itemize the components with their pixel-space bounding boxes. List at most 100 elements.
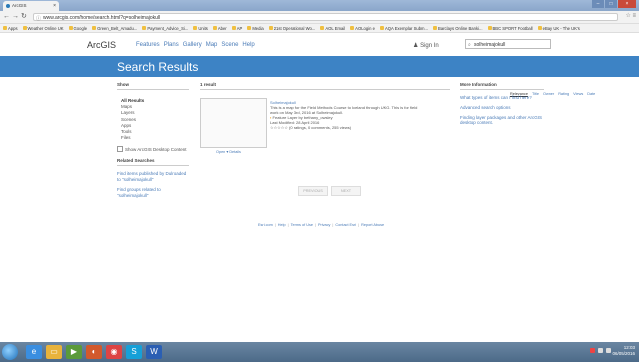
bookmark-item[interactable]: Google — [68, 24, 87, 32]
info-icon[interactable]: ⓘ — [36, 15, 41, 23]
bookmark-folder-icon — [487, 26, 492, 30]
address-bar[interactable]: ⓘ www.arcgis.com/home/search.html?q=solh… — [33, 13, 618, 23]
bookmark-item[interactable]: Barclays Online Banki... — [433, 24, 483, 32]
close-tab-icon[interactable]: × — [53, 1, 56, 11]
bookmark-item[interactable]: Apps — [3, 24, 18, 32]
back-icon[interactable]: ← — [3, 12, 10, 22]
nav-link-gallery[interactable]: Gallery — [183, 42, 202, 48]
nav-link-map[interactable]: Map — [206, 42, 218, 48]
url-text: www.arcgis.com/home/search.html?q=solhei… — [43, 15, 161, 21]
bookmark-item[interactable]: 21st Operational Wo... — [268, 24, 315, 32]
footer-separator: | — [274, 223, 276, 227]
bookmark-item[interactable]: Payment_Advice_Si... — [142, 24, 188, 32]
sort-owner[interactable]: Owner — [543, 92, 554, 96]
bookmark-label: eBay UK - The UK's — [542, 25, 580, 31]
footer-link[interactable]: Help — [278, 223, 286, 227]
close-window-icon[interactable]: × — [618, 0, 636, 8]
details-link[interactable]: Details — [229, 150, 241, 154]
more-link-desktop[interactable]: Finding layer packages and other ArcGIS … — [460, 115, 544, 125]
bookmark-folder-icon — [268, 26, 273, 30]
bookmark-label: Aber — [217, 25, 227, 31]
footer-link[interactable]: Privacy — [318, 223, 330, 227]
tray-network-icon[interactable] — [598, 348, 603, 353]
sign-in-link[interactable]: ♟ Sign In — [413, 42, 439, 49]
bookmark-item[interactable]: BBC SPORT Football — [487, 24, 533, 32]
bookmark-item[interactable]: Units — [193, 24, 208, 32]
filter-files[interactable]: Files — [121, 135, 189, 141]
maximize-icon[interactable]: □ — [605, 0, 617, 8]
more-link-types[interactable]: What types of items can I find here? — [460, 95, 544, 100]
footer-separator: | — [287, 223, 289, 227]
bookmark-folder-icon — [3, 26, 7, 30]
footer-link[interactable]: Esri.com — [258, 223, 273, 227]
bookmark-folder-icon — [247, 26, 252, 30]
more-link-advanced[interactable]: Advanced search options — [460, 105, 544, 110]
bookmark-item[interactable]: eBay UK - The UK's — [537, 24, 580, 32]
footer-link[interactable]: Contact Esri — [335, 223, 356, 227]
start-button-icon[interactable] — [2, 344, 18, 360]
site-header: ArcGIS Features Plans Gallery Map Scene Help … — [0, 34, 639, 56]
browser-tab[interactable]: ArcGIS × — [3, 1, 59, 11]
minimize-icon[interactable]: – — [592, 0, 604, 8]
ie-icon[interactable]: e — [26, 345, 42, 359]
previous-button[interactable]: PREVIOUS — [298, 186, 328, 196]
result-description: This is a map for the Field Methods Cour… — [270, 105, 418, 115]
browser-titlebar: ArcGIS × – □ × — [0, 0, 639, 11]
clock[interactable]: 12:03 06/05/2016 — [612, 345, 635, 357]
bookmark-item[interactable]: Media — [247, 24, 264, 32]
chrome-icon[interactable]: ◉ — [106, 345, 122, 359]
windows-taskbar: e ▭ ▶ ◐ ◉ S W 12:03 06/05/2016 — [0, 342, 639, 362]
bookmark-item[interactable]: Aber — [212, 24, 227, 32]
site-footer: Esri.com | Help | Terms of Use | Privacy | Conta… — [258, 223, 384, 227]
reload-icon[interactable]: ↻ — [21, 12, 27, 22]
forward-icon[interactable]: → — [12, 12, 19, 22]
search-icon[interactable]: ⌕ — [468, 40, 471, 50]
menu-icon[interactable]: ☆ ≡ — [625, 12, 636, 19]
bookmark-item[interactable]: Weather Online UK — [22, 24, 64, 32]
nav-link-plans[interactable]: Plans — [164, 42, 179, 48]
footer-link[interactable]: Terms of Use — [291, 223, 313, 227]
tray-alert-icon[interactable] — [590, 348, 595, 353]
skype-icon[interactable]: S — [126, 345, 142, 359]
firefox-icon[interactable]: ◐ — [86, 345, 102, 359]
footer-separator: | — [314, 223, 316, 227]
bookmark-item[interactable]: AQA Exemplar Subm... — [379, 24, 429, 32]
bookmark-label: AQA Exemplar Subm... — [384, 25, 429, 31]
nav-link-scene[interactable]: Scene — [221, 42, 238, 48]
sort-rating[interactable]: Rating — [558, 92, 569, 96]
desktop-content-checkbox[interactable]: Show ArcGIS Desktop Content — [117, 146, 189, 153]
footer-link[interactable]: Report Abuse — [361, 223, 384, 227]
bookmark-item[interactable]: AOLogin e — [350, 24, 375, 32]
arcgis-logo[interactable]: ArcGIS — [87, 40, 116, 50]
result-thumbnail[interactable] — [200, 98, 267, 148]
sort-views[interactable]: Views — [573, 92, 583, 96]
checkbox-box[interactable] — [117, 146, 123, 153]
bookmark-item[interactable]: Green_Belt_Amadu... — [92, 24, 137, 32]
bookmark-label: Weather Online UK — [27, 25, 64, 31]
related-link-items[interactable]: Find items published by Dulroaded to "so… — [117, 171, 189, 182]
bookmark-label: Apps — [8, 25, 18, 31]
search-input[interactable]: ⌕ solheimajokull — [465, 39, 551, 49]
bookmark-folder-icon — [22, 26, 27, 30]
search-value: solheimajokull — [474, 42, 506, 48]
tray-volume-icon[interactable] — [606, 348, 611, 353]
sort-date[interactable]: Date — [587, 92, 595, 96]
bookmark-folder-icon — [142, 26, 147, 30]
media-icon[interactable]: ▶ — [66, 345, 82, 359]
explorer-icon[interactable]: ▭ — [46, 345, 62, 359]
word-icon[interactable]: W — [146, 345, 162, 359]
bookmark-item[interactable]: AOL Email — [320, 24, 345, 32]
related-link-groups[interactable]: Find groups related to "solheimajokull" — [117, 187, 189, 198]
bookmark-folder-icon — [433, 26, 438, 30]
open-button[interactable]: Open ▾ — [216, 150, 228, 154]
results-column: 1 result Relevance Title Owner Rating Views D… — [200, 82, 595, 202]
bookmark-folder-icon — [320, 26, 325, 30]
nav-link-features[interactable]: Features — [136, 42, 160, 48]
tab-title: ArcGIS — [12, 3, 27, 8]
bookmark-item[interactable]: AP — [231, 24, 242, 32]
bookmark-folder-icon — [231, 26, 236, 30]
nav-link-help[interactable]: Help — [242, 42, 254, 48]
next-button[interactable]: NEXT — [331, 186, 361, 196]
footer-separator: | — [332, 223, 334, 227]
browser-toolbar: ← → ↻ ⓘ www.arcgis.com/home/search.html?… — [0, 11, 639, 24]
